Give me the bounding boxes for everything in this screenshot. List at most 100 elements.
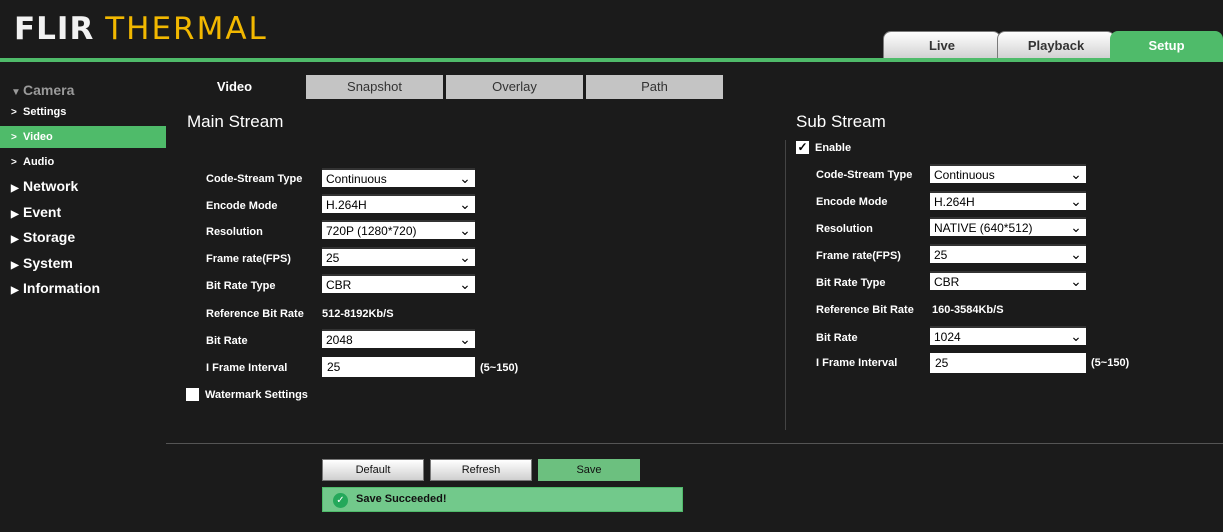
select-value: NATIVE (640*512) xyxy=(934,221,1033,235)
video-settings-panel xyxy=(166,99,1223,441)
main-frame-rate-select[interactable]: 25 ⌄ xyxy=(322,247,475,266)
sidebar-item-storage[interactable]: ▶ Storage xyxy=(0,226,166,248)
default-button[interactable]: Default xyxy=(322,459,424,481)
tab-live[interactable]: Live xyxy=(883,31,1001,59)
sub-i-frame-interval-input[interactable]: 25 xyxy=(930,353,1086,373)
sub-encode-mode-select[interactable]: H.264H ⌄ xyxy=(930,191,1086,210)
sidebar-item-camera[interactable]: ▼ Camera xyxy=(0,79,166,101)
select-value: CBR xyxy=(326,278,352,292)
select-value: 1024 xyxy=(934,330,961,344)
chevron-down-icon: ⌄ xyxy=(1070,219,1082,235)
main-frame-rate-label: Frame rate(FPS) xyxy=(206,253,291,265)
select-value: 25 xyxy=(326,251,340,265)
chevron-down-icon: ⌄ xyxy=(459,170,471,186)
select-value: 2048 xyxy=(326,333,353,347)
sidebar-item-label: System xyxy=(23,255,73,271)
triangle-right-icon: ▶ xyxy=(11,260,19,271)
enable-label: Enable xyxy=(815,142,852,154)
stream-divider xyxy=(785,140,786,430)
sub-bit-rate-type-label: Bit Rate Type xyxy=(816,277,886,289)
main-resolution-label: Resolution xyxy=(206,226,263,238)
chevron-down-icon: ⌄ xyxy=(459,331,471,347)
sub-stream-title: Sub Stream xyxy=(796,112,886,131)
sub-encode-mode-label: Encode Mode xyxy=(816,196,888,208)
sidebar-item-settings[interactable]: > Settings xyxy=(0,101,166,123)
main-i-frame-range: (5~150) xyxy=(480,362,519,374)
select-value: 720P (1280*720) xyxy=(326,224,417,238)
triangle-right-icon: ▶ xyxy=(11,183,19,194)
select-value: CBR xyxy=(934,275,960,289)
sidebar-item-label: Camera xyxy=(23,82,75,98)
header-accent-line xyxy=(0,58,1223,62)
chevron-down-icon: ⌄ xyxy=(1070,246,1082,262)
sub-frame-rate-label: Frame rate(FPS) xyxy=(816,250,901,262)
triangle-right-icon: ▶ xyxy=(11,209,19,220)
sidebar-item-label: Settings xyxy=(23,106,67,118)
main-bit-rate-select[interactable]: 2048 ⌄ xyxy=(322,329,475,348)
main-i-frame-interval-input[interactable]: 25 xyxy=(322,357,475,377)
sub-frame-rate-select[interactable]: 25 ⌄ xyxy=(930,244,1086,263)
check-circle-icon: ✓ xyxy=(333,493,348,508)
main-encode-mode-label: Encode Mode xyxy=(206,200,278,212)
chevron-right-icon: > xyxy=(11,132,17,143)
main-encode-mode-select[interactable]: H.264H ⌄ xyxy=(322,194,475,213)
triangle-right-icon: ▶ xyxy=(11,285,19,296)
sub-i-frame-range: (5~150) xyxy=(1091,357,1130,369)
main-stream-title: Main Stream xyxy=(187,112,284,131)
sub-resolution-label: Resolution xyxy=(816,223,873,235)
logo: FLIR THERMAL xyxy=(14,9,268,49)
triangle-right-icon: ▶ xyxy=(11,234,19,245)
sidebar-item-audio[interactable]: > Audio xyxy=(0,151,166,173)
sub-bit-rate-label: Bit Rate xyxy=(816,332,858,344)
sidebar-item-label: Network xyxy=(23,178,79,194)
sidebar-item-information[interactable]: ▶ Information xyxy=(0,277,166,299)
save-button[interactable]: Save xyxy=(538,459,640,481)
select-value: H.264H xyxy=(326,198,367,212)
sidebar-item-event[interactable]: ▶ Event xyxy=(0,201,166,223)
logo-brand: FLIR xyxy=(14,11,95,47)
chevron-down-icon: ⌄ xyxy=(1070,273,1082,289)
chevron-right-icon: > xyxy=(11,107,17,118)
watermark-checkbox[interactable] xyxy=(186,388,199,401)
sidebar-item-network[interactable]: ▶ Network xyxy=(0,175,166,197)
select-value: 25 xyxy=(934,248,948,262)
select-value: H.264H xyxy=(934,195,975,209)
sub-bit-rate-type-select[interactable]: CBR ⌄ xyxy=(930,271,1086,290)
main-i-frame-interval-label: I Frame Interval xyxy=(206,362,288,374)
status-text: Save Succeeded! xyxy=(356,493,447,505)
chevron-down-icon: ⌄ xyxy=(1070,193,1082,209)
status-message: ✓ Save Succeeded! xyxy=(322,487,683,512)
sidebar-item-label: Information xyxy=(23,280,100,296)
sub-code-stream-type-select[interactable]: Continuous ⌄ xyxy=(930,164,1086,183)
check-icon: ✓ xyxy=(797,140,808,154)
sidebar-item-label: Event xyxy=(23,204,62,220)
enable-checkbox[interactable]: ✓ xyxy=(796,141,809,154)
tab-path[interactable]: Path xyxy=(586,75,723,99)
main-resolution-select[interactable]: 720P (1280*720) ⌄ xyxy=(322,220,475,239)
tab-playback[interactable]: Playback xyxy=(997,31,1115,59)
chevron-down-icon: ⌄ xyxy=(459,196,471,212)
sub-resolution-select[interactable]: NATIVE (640*512) ⌄ xyxy=(930,217,1086,236)
chevron-down-icon: ⌄ xyxy=(1070,328,1082,344)
select-value: Continuous xyxy=(934,168,995,182)
main-reference-bit-rate-value: 512-8192Kb/S xyxy=(322,308,394,320)
watermark-label: Watermark Settings xyxy=(205,389,308,401)
sidebar-item-video[interactable]: > Video xyxy=(0,126,166,148)
tab-video[interactable]: Video xyxy=(166,75,303,99)
main-bit-rate-type-select[interactable]: CBR ⌄ xyxy=(322,274,475,293)
sub-i-frame-interval-label: I Frame Interval xyxy=(816,357,898,369)
tab-setup[interactable]: Setup xyxy=(1110,31,1223,59)
sub-reference-bit-rate-value: 160-3584Kb/S xyxy=(932,304,1004,316)
chevron-down-icon: ⌄ xyxy=(459,276,471,292)
sub-reference-bit-rate-label: Reference Bit Rate xyxy=(816,304,914,316)
sidebar-item-label: Audio xyxy=(23,156,55,168)
chevron-right-icon: > xyxy=(11,157,17,168)
tab-snapshot[interactable]: Snapshot xyxy=(306,75,443,99)
chevron-down-icon: ⌄ xyxy=(459,222,471,238)
tab-overlay[interactable]: Overlay xyxy=(446,75,583,99)
sidebar-item-system[interactable]: ▶ System xyxy=(0,252,166,274)
sub-bit-rate-select[interactable]: 1024 ⌄ xyxy=(930,326,1086,345)
main-code-stream-type-select[interactable]: Continuous ⌄ xyxy=(322,168,475,187)
refresh-button[interactable]: Refresh xyxy=(430,459,532,481)
chevron-down-icon: ⌄ xyxy=(1070,166,1082,182)
